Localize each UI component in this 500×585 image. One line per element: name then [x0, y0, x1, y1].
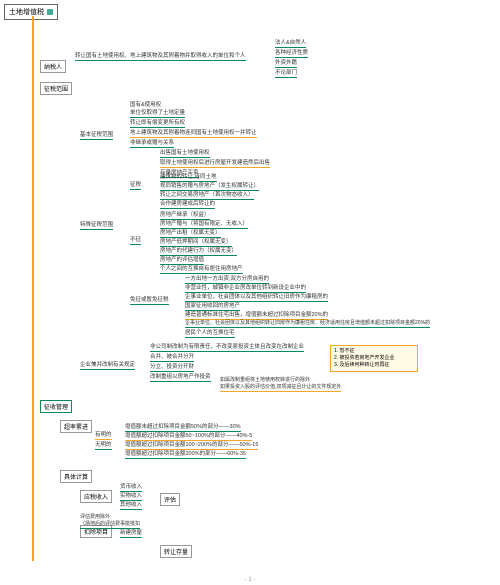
corp-item: 分立、投资分开财 — [150, 362, 194, 372]
main-spine — [32, 16, 34, 561]
basic-item: 非继承或赠与关系 — [130, 138, 174, 148]
scope-basic: 基本征税范围 — [80, 130, 113, 140]
relief-item: 居民个人的互换住宅 — [185, 328, 235, 338]
taxpayer-item: 各种经济性质 — [275, 48, 308, 58]
special-exempt: 不征 — [130, 235, 141, 245]
levy-item: 合作建房建成后转让的 — [160, 199, 215, 209]
section-admin[interactable]: 征收管理 — [40, 400, 72, 413]
basic-item: 转让即有偿变更所有权 — [130, 118, 185, 128]
rate-node[interactable]: 超率累进 — [60, 420, 92, 433]
callout-line: 1. 暂不征 — [334, 348, 414, 355]
rate-tier: 增值额超过扣除项目金额200%的部分——60%-35 — [125, 449, 246, 459]
special-levy: 征税 — [130, 180, 141, 190]
taxpayer-item: 外资外籍 — [275, 58, 297, 68]
corp-note: 如属改制重组将土地使用权转进行的除外 如果投资入股的评估价值,双项减征且计让的文… — [220, 376, 341, 392]
collapse-icon[interactable] — [47, 9, 53, 15]
basic-item: 国有&使用权 单位仅取得了土地定量 — [130, 100, 185, 118]
basic-item: 出售国有土地使用权 — [160, 148, 210, 158]
callout-line: 2. 被投资若房地产开发企业 — [334, 355, 414, 362]
basic-item: 取得土地使用权后进行房屋开发建造然后出售 — [160, 158, 270, 168]
corp-callout: 1. 暂不征 2. 被投资若房地产开发企业 3. 及后续何种转让时再征 — [330, 345, 418, 372]
taxpayer-desc: 转让国有土地使用权、地上建筑物及其附着物并取得收入的单位和个人 — [75, 51, 246, 61]
special-relief: 免征或暂免征税 — [130, 295, 169, 305]
rate-sub: 无明的 — [95, 440, 112, 450]
income-note: 评估 — [160, 493, 180, 506]
section-taxpayer[interactable]: 纳税人 — [40, 60, 66, 73]
corp-item: 合并、被合并分开 — [150, 352, 194, 362]
basic-item: 地上建筑物及其附着物连同国有土地使用权一并转让 — [130, 128, 257, 138]
scope-special: 特殊征税范围 — [80, 220, 113, 230]
root-label: 土地增值税 — [9, 7, 44, 17]
deduct-sub: 评估费用除外 （场地后的评估费事能抵扣 — [80, 513, 140, 529]
income-item: 其他收入 — [120, 500, 142, 510]
relief-item: 企事业单位、社会团体以及其他组织转让旧房作为廉租住房、经济适用住房且增值额未超过… — [185, 319, 430, 328]
scope-corp: 企业兼并改制有关规定 — [80, 360, 135, 370]
rate-sub: 有明的 — [95, 430, 112, 440]
callout-line: 3. 及后续何种转让时再征 — [334, 362, 414, 369]
income-node[interactable]: 应税收入 — [80, 490, 112, 503]
corp-item: 非公司制改制为有限责任，不改变原投资主体且改变在改制企业 — [150, 342, 304, 352]
deduct-sub3[interactable]: 转让存量 — [160, 545, 192, 558]
calc-node[interactable]: 具体计算 — [60, 470, 92, 483]
corp-item: 改制重组以房地产作投资 — [150, 372, 211, 382]
page-number: - 1 - — [0, 577, 500, 583]
taxpayer-item: 不论部门 — [275, 68, 297, 78]
taxpayer-item: 法人&自然人 — [275, 38, 306, 48]
deduct-sub: 新建房屋 — [120, 528, 142, 538]
root-node: 土地增值税 — [4, 4, 58, 20]
section-scope[interactable]: 征税范围 — [40, 82, 72, 95]
exempt-item: 个人之间的互换自有居住用房地产 — [160, 264, 243, 274]
